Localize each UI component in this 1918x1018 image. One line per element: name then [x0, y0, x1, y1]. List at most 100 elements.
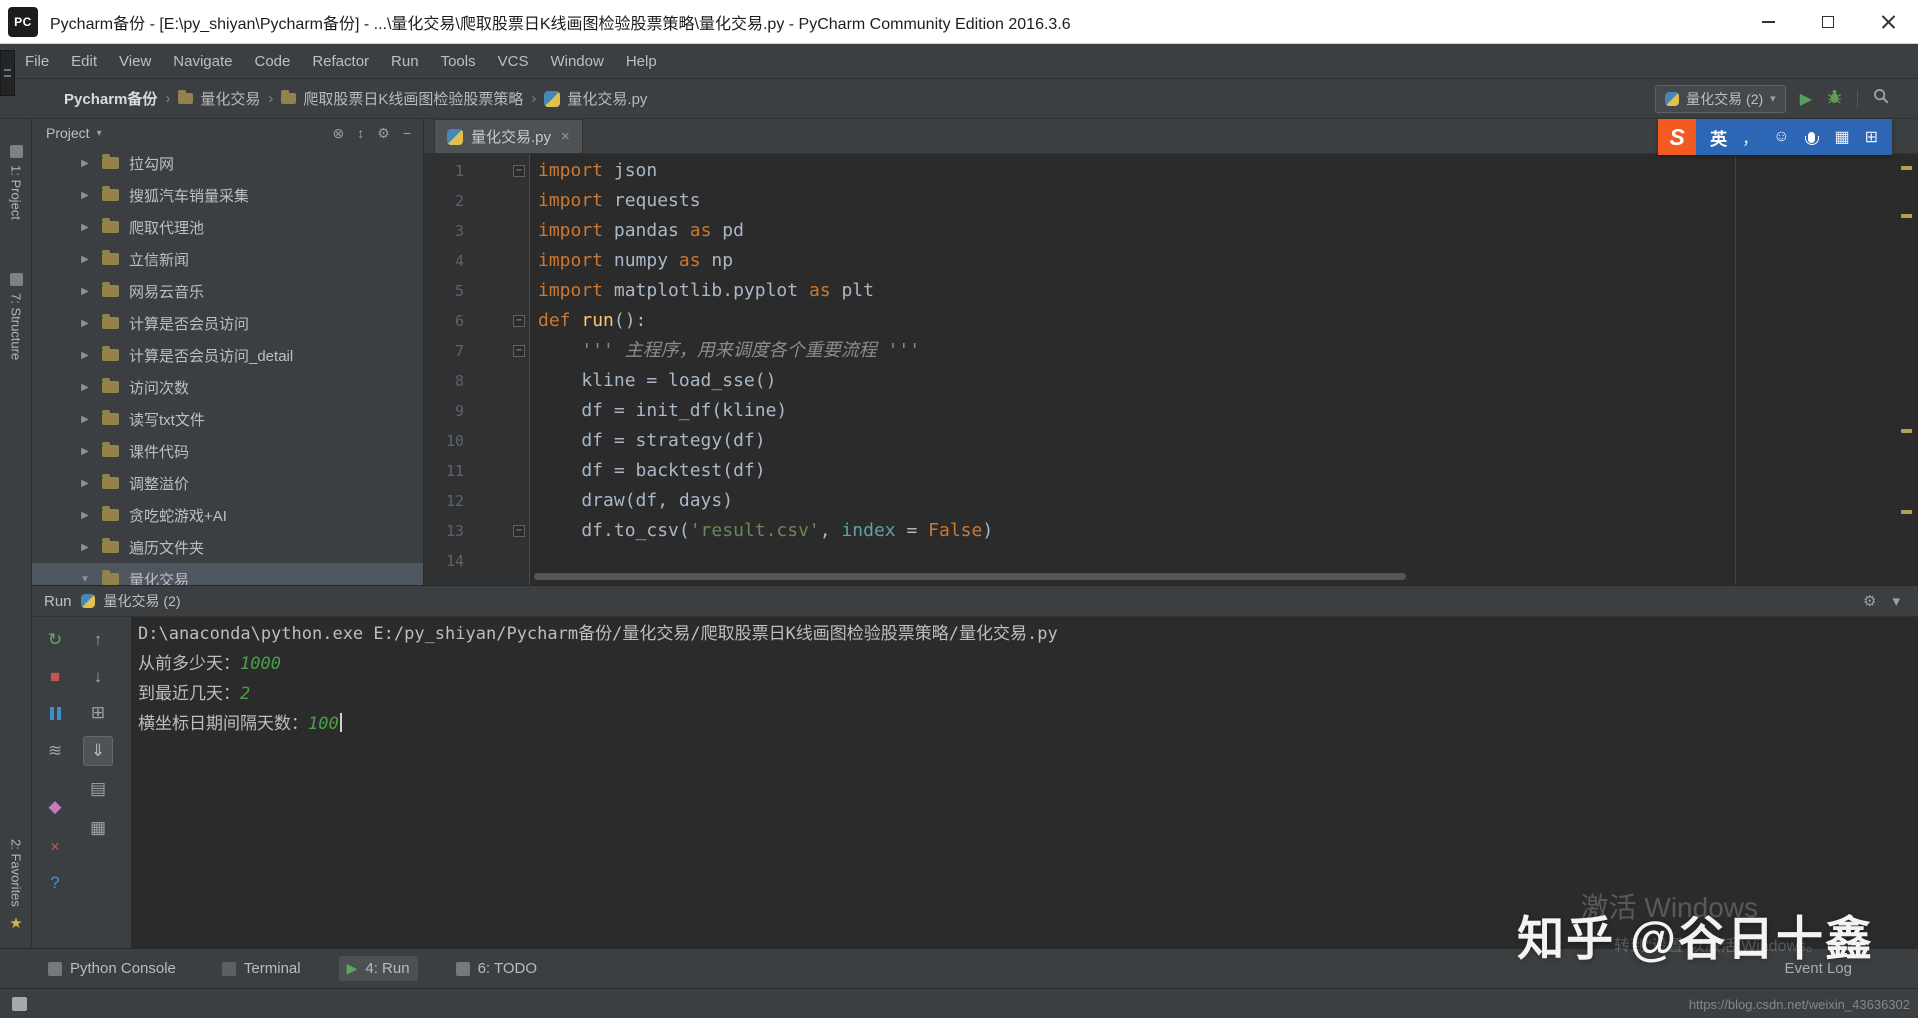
- editor-tab[interactable]: 量化交易.py ×: [434, 119, 583, 153]
- toolwindow-button-6-todo[interactable]: 6: TODO: [448, 956, 545, 981]
- menu-item-vcs[interactable]: VCS: [487, 44, 540, 78]
- smiley-icon[interactable]: ☺: [1773, 128, 1789, 146]
- minimize-button[interactable]: [1738, 0, 1798, 43]
- close-tab-icon[interactable]: ×: [561, 128, 570, 145]
- search-everywhere-button[interactable]: [1872, 87, 1890, 110]
- breadcrumb-separator: ›: [165, 90, 171, 107]
- hide-panel-icon[interactable]: −: [403, 125, 411, 142]
- editor-area: 量化交易.py × 1− import json 2 import requests 3…: [424, 119, 1918, 585]
- close-button[interactable]: ×: [40, 832, 70, 862]
- console-output[interactable]: D:\anaconda\python.exe E:/py_shiyan/Pych…: [132, 617, 1918, 948]
- tree-item[interactable]: ▶ 拉勾网: [32, 147, 423, 179]
- collapse-all-icon[interactable]: ⊗: [333, 125, 345, 142]
- menu-item-navigate[interactable]: Navigate: [162, 44, 243, 78]
- chevron-down-icon[interactable]: ▾: [97, 128, 102, 139]
- ime-language-toggle[interactable]: 英: [1710, 125, 1727, 150]
- code-text: kline = load_sse(): [530, 366, 776, 396]
- menu-item-help[interactable]: Help: [615, 44, 668, 78]
- keyboard-icon[interactable]: ▦: [1834, 127, 1849, 147]
- tree-item[interactable]: ▶ 贪吃蛇游戏+AI: [32, 499, 423, 531]
- stripe-button-7-structure[interactable]: 7: Structure: [0, 273, 32, 360]
- settings-icon[interactable]: ⚙: [377, 125, 390, 142]
- menu-item-tools[interactable]: Tools: [430, 44, 487, 78]
- code-line: 13 − df.to_csv('result.csv', index = Fals…: [424, 516, 1918, 546]
- pin-button[interactable]: ◆: [40, 792, 70, 822]
- mic-icon[interactable]: [1804, 131, 1819, 145]
- code-token: as: [678, 250, 701, 271]
- menu-bar: File Edit View Navigate Code Refactor Run Tools…: [0, 44, 1918, 79]
- restore-layout-button[interactable]: ⊞: [83, 698, 113, 728]
- fold-column: [464, 426, 530, 456]
- horizontal-scrollbar[interactable]: [534, 573, 1406, 580]
- menu-item-file[interactable]: File: [14, 44, 60, 78]
- stripe-button-1-project[interactable]: 1: Project: [0, 145, 32, 220]
- tree-item[interactable]: ▶ 遍历文件夹: [32, 531, 423, 563]
- tree-item[interactable]: ▶ 计算是否会员访问: [32, 307, 423, 339]
- run-config-selector[interactable]: 量化交易 (2) ▾: [1655, 84, 1786, 113]
- tree-item[interactable]: ▶ 读写txt文件: [32, 403, 423, 435]
- pause-button[interactable]: [40, 698, 70, 728]
- stop-button[interactable]: ■: [40, 662, 70, 692]
- menu-item-window[interactable]: Window: [539, 44, 614, 78]
- code-token: False: [928, 520, 983, 541]
- folder-icon: [102, 410, 119, 425]
- maximize-button[interactable]: [1798, 0, 1858, 43]
- tree-item[interactable]: ▶ 搜狐汽车销量采集: [32, 179, 423, 211]
- down-stack-button[interactable]: ↓: [83, 662, 113, 692]
- tree-item[interactable]: ▶ 访问次数: [32, 371, 423, 403]
- settings-icon[interactable]: ⚙: [1863, 592, 1876, 610]
- fold-column: [464, 486, 530, 516]
- breadcrumb-item[interactable]: 爬取股票日K线画图检验股票策略: [281, 88, 523, 109]
- soft-wrap-button[interactable]: ≋: [40, 736, 70, 766]
- code-token: 'result.csv': [689, 520, 820, 541]
- tree-item[interactable]: ▶ 网易云音乐: [32, 275, 423, 307]
- debug-button[interactable]: [1826, 88, 1843, 110]
- close-window-button[interactable]: [1858, 0, 1918, 43]
- todo-icon: [455, 961, 470, 976]
- menu-item-refactor[interactable]: Refactor: [301, 44, 380, 78]
- code-editor[interactable]: 1− import json 2 import requests 3 import pan…: [424, 154, 1918, 585]
- icon-glyph: ↻: [47, 630, 63, 649]
- line-number: 13: [445, 522, 464, 540]
- punctuation-icon[interactable]: ，: [1742, 125, 1758, 149]
- print-button[interactable]: ▤: [83, 774, 113, 804]
- menu-item-run[interactable]: Run: [380, 44, 430, 78]
- sogou-logo-icon[interactable]: S: [1658, 119, 1697, 155]
- docked-tool-icon[interactable]: [0, 50, 15, 96]
- tree-item[interactable]: ▶ 课件代码: [32, 435, 423, 467]
- rerun-button[interactable]: ↻: [40, 625, 70, 655]
- toolwindow-button-python-console[interactable]: Python Console: [40, 956, 184, 981]
- up-stack-button[interactable]: ↑: [83, 625, 113, 655]
- menu-item-view[interactable]: View: [108, 44, 162, 78]
- run-panel-header: Run 量化交易 (2) ⚙ ▾: [32, 586, 1918, 617]
- tree-item[interactable]: ▶ 立信新闻: [32, 243, 423, 275]
- hide-panel-icon[interactable]: ▾: [1892, 592, 1900, 610]
- fold-icon[interactable]: −: [513, 165, 525, 177]
- tree-item[interactable]: ▶ 调整溢价: [32, 467, 423, 499]
- event-log-button[interactable]: Event Log: [1784, 960, 1852, 977]
- tree-item[interactable]: ▶ 爬取代理池: [32, 211, 423, 243]
- code-token: import: [538, 280, 604, 301]
- scroll-from-source-icon[interactable]: ↕: [357, 125, 364, 142]
- scroll-to-end-button[interactable]: ⇓: [83, 736, 113, 766]
- breadcrumb-item[interactable]: 量化交易.py: [544, 88, 647, 109]
- clear-all-button[interactable]: ▦: [83, 813, 113, 843]
- fold-icon[interactable]: −: [513, 525, 525, 537]
- toolwindow-button-terminal[interactable]: Terminal: [214, 956, 309, 981]
- stripe-button-2-favorites[interactable]: 2: Favorites ★: [0, 839, 32, 932]
- toolwindow-button-4-run[interactable]: ▶ 4: Run: [338, 956, 418, 981]
- fold-icon[interactable]: −: [513, 345, 525, 357]
- help-button[interactable]: ?: [40, 868, 70, 898]
- run-button[interactable]: ▶: [1800, 89, 1812, 109]
- toolwindow-toggle-icon[interactable]: [12, 997, 27, 1011]
- breadcrumb-item[interactable]: Pycharm备份: [64, 88, 157, 109]
- menu-item-code[interactable]: Code: [243, 44, 301, 78]
- console-text: D:\anaconda\python.exe E:/py_shiyan/Pych…: [138, 624, 1058, 644]
- fold-icon[interactable]: −: [513, 315, 525, 327]
- tree-item[interactable]: ▼ 量化交易: [32, 563, 423, 585]
- tree-item[interactable]: ▶ 计算是否会员访问_detail: [32, 339, 423, 371]
- toolbox-icon[interactable]: ⊞: [1865, 127, 1878, 147]
- code-token: np: [700, 250, 734, 271]
- breadcrumb-item[interactable]: 量化交易: [178, 88, 260, 109]
- menu-item-edit[interactable]: Edit: [60, 44, 108, 78]
